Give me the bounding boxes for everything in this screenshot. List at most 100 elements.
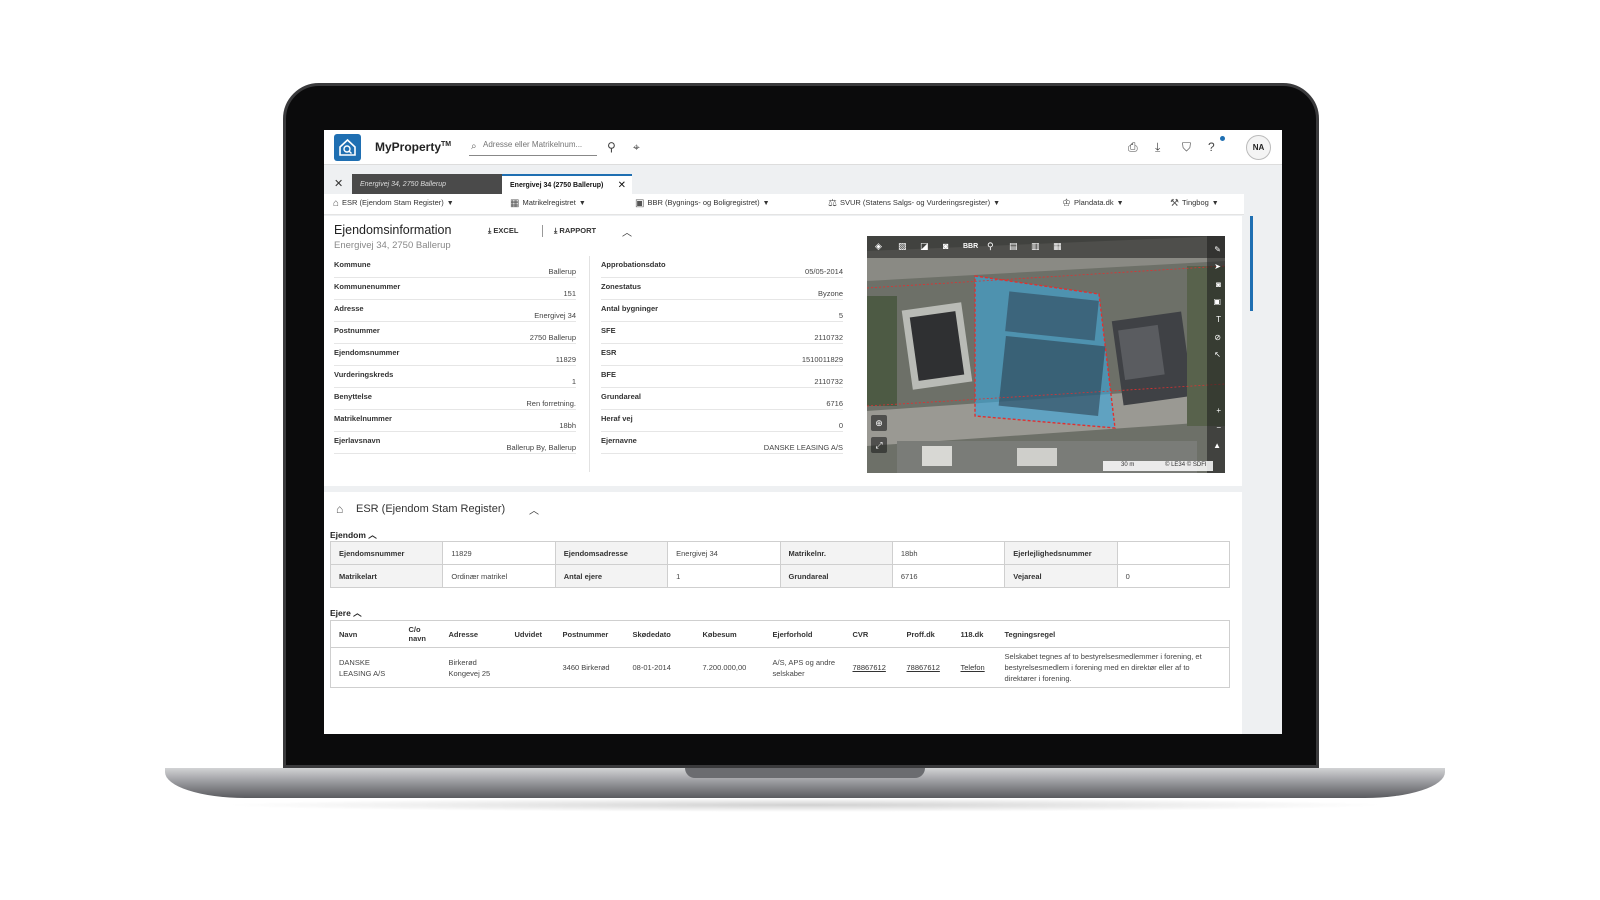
excel-button[interactable]: ⤓ EXCEL [488, 226, 518, 236]
layers-icon[interactable]: ◈ [875, 241, 882, 252]
owner-postal: 3460 Birkerød [562, 663, 610, 672]
field-value: 1 [667, 564, 781, 588]
info-row: ESR 1510011829 [601, 344, 843, 366]
house-icon: ⌂ [336, 502, 344, 516]
info-key: Antal bygninger [601, 304, 659, 313]
info-value: 0 [838, 421, 843, 430]
property-map[interactable]: ◈ ▧ ◪ ◙ BBR ⚲ ▤ ▥ ▦ ✎ ➤ ◙ ▣ T ⊘ ↖ + − ▲ … [867, 236, 1225, 473]
info-key: Heraf vej [601, 414, 633, 423]
register-label: Matrikelregistret [522, 198, 576, 207]
tab-energivej-active[interactable]: Energivej 34 (2750 Ballerup) ✕ [502, 174, 632, 195]
info-value: 11829 [555, 355, 576, 364]
field-value [1116, 541, 1231, 565]
app-brand: MyPropertyTM [375, 140, 451, 154]
register-esr[interactable]: ⌂ ESR (Ejendom Stam Register) ▼ [333, 198, 454, 209]
help-icon[interactable]: ? [1208, 140, 1215, 154]
register-plandata[interactable]: ♔ Plandata.dk ▼ [1062, 198, 1124, 209]
zoom-search-icon[interactable]: ⚲ [987, 241, 994, 252]
report-button[interactable]: ⤓ RAPPORT [554, 226, 596, 236]
search-submit-icon[interactable]: ⚲ [607, 140, 616, 154]
register-tingbog[interactable]: ⚒ Tingbog ▼ [1170, 198, 1219, 209]
info-key: Postnummer [334, 326, 380, 335]
caret-down-icon: ▼ [446, 200, 454, 207]
register-svur[interactable]: ⚖ SVUR (Statens Salgs- og Vurderingsregis… [828, 198, 1000, 209]
download-icon[interactable]: ⤓ [1155, 140, 1160, 155]
owner-name: DANSKE LEASING A/S [339, 657, 386, 678]
compass-icon[interactable]: ▲ [1213, 441, 1221, 450]
divider [542, 225, 543, 237]
property-info-card: Ejendomsinformation Energivej 34, 2750 B… [324, 216, 1242, 486]
map-type-icon[interactable]: ▧ [898, 241, 907, 252]
ejere-heading[interactable]: Ejere ︿ [330, 607, 362, 619]
pencil-icon[interactable]: ✎ [1214, 245, 1221, 254]
chevron-up-icon: ︿ [368, 530, 377, 540]
crown-icon: ♔ [1062, 198, 1071, 209]
info-row: Kommune Ballerup [334, 256, 576, 278]
ejendom-heading[interactable]: Ejendom ︿ [330, 529, 377, 541]
ejere-table: Navn C/o navn Adresse Udvidet Postnummer Skød… [330, 620, 1230, 688]
document-icon[interactable]: ▤ [1009, 241, 1018, 252]
info-key: SFE [601, 326, 616, 335]
info-value: Ballerup [548, 267, 576, 276]
proff-link[interactable]: 78867612 [907, 663, 940, 672]
register-bbr[interactable]: ▣ BBR (Bygnings- og Boligregistret) ▼ [635, 198, 770, 209]
fullscreen-icon[interactable]: ⤢ [871, 437, 887, 453]
close-tab-icon[interactable]: ✕ [618, 176, 626, 195]
collapse-chevron-up-icon[interactable]: ︿ [529, 502, 539, 517]
building-icon[interactable]: ▥ [1031, 241, 1040, 252]
close-all-icon[interactable]: ✕ [334, 177, 343, 190]
register-matrikel[interactable]: ▦ Matrikelregistret ▼ [510, 198, 586, 209]
text-icon[interactable]: T [1216, 315, 1221, 324]
info-key: Adresse [334, 304, 364, 313]
table-row: Matrikelart Ordinær matrikel Antal ejere 1 G… [329, 564, 1231, 588]
column-header: CVR [844, 620, 899, 648]
register-label: SVUR (Statens Salgs- og Vurderingsregist… [839, 198, 991, 207]
info-value: 1 [571, 377, 576, 386]
locate-icon[interactable]: ⊕ [871, 415, 887, 431]
phone-link[interactable]: Telefon [961, 663, 985, 672]
filter-icon[interactable]: ⛉ [1182, 140, 1191, 155]
camera-icon[interactable]: ◙ [943, 241, 948, 251]
street-view-icon[interactable]: ◪ [920, 241, 929, 252]
bbr-toggle[interactable]: BBR [963, 243, 978, 250]
column-header: C/o navn [400, 620, 441, 648]
search-icon: ⌕ [471, 141, 477, 152]
scrollbar[interactable] [1250, 216, 1253, 311]
print-icon[interactable]: ⎙ [1128, 140, 1138, 155]
navigate-icon[interactable]: ➤ [1214, 262, 1221, 271]
pointer-icon[interactable]: ↖ [1214, 350, 1221, 359]
info-value: 6716 [826, 399, 843, 408]
owner-co-name [401, 648, 441, 688]
zoom-in-icon[interactable]: + [1216, 406, 1221, 415]
info-value: 2750 Ballerup [529, 333, 576, 342]
gavel-icon: ⚒ [1170, 198, 1179, 209]
purchase-price: 7.200.000,00 [702, 663, 747, 672]
collapse-chevron-up-icon[interactable]: ︿ [622, 224, 632, 239]
column-divider [589, 256, 590, 472]
hide-icon[interactable]: ⊘ [1214, 333, 1221, 342]
zoom-out-icon[interactable]: − [1216, 423, 1221, 432]
location-pin-icon[interactable]: ⌖ [633, 140, 640, 155]
info-key: Kommunenummer [334, 282, 401, 291]
field-value: 11829 [442, 541, 556, 565]
info-key: Benyttelse [334, 392, 372, 401]
pdf-icon[interactable]: ▣ [1213, 297, 1221, 306]
column-header: Proff.dk [898, 620, 953, 648]
search-input[interactable] [483, 140, 593, 149]
info-value: 18bh [559, 421, 576, 430]
info-key: Ejendomsnummer [334, 348, 400, 357]
field-label: Antal ejere [554, 564, 669, 588]
avatar[interactable]: NA [1246, 135, 1271, 160]
caret-down-icon: ▼ [1211, 200, 1219, 207]
camera-icon[interactable]: ◙ [1216, 280, 1221, 289]
owner-address: Birkerød Kongevej 25 [448, 657, 491, 678]
column-header: Skødedato [624, 620, 695, 648]
app-name: MyProperty [375, 140, 442, 154]
caret-down-icon: ▼ [762, 200, 770, 207]
logo-icon[interactable] [334, 134, 361, 161]
map-icon[interactable]: ▦ [1053, 241, 1062, 252]
info-row: Ejernavne DANSKE LEASING A/S [601, 432, 843, 454]
cvr-link[interactable]: 78867612 [853, 663, 886, 672]
tab-energivej-address[interactable]: Energivej 34, 2750 Ballerup [352, 174, 502, 195]
laptop-notch [685, 768, 925, 778]
